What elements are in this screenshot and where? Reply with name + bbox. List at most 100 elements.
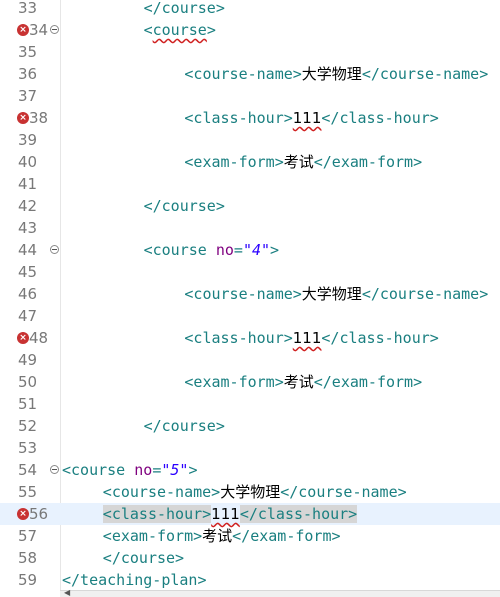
code-line[interactable]: 48 <class-hour>111</class-hour>: [0, 327, 500, 349]
line-number: 56: [29, 505, 49, 523]
code-token: <course-name>: [184, 285, 302, 303]
code-token: </course>: [143, 0, 225, 17]
code-token: 111: [292, 329, 322, 347]
code-token: 大学物理: [301, 285, 362, 303]
line-number: 43: [18, 219, 38, 237]
code-line[interactable]: 52 </course>: [0, 415, 500, 437]
code-token: 考试: [283, 153, 314, 171]
code-token: =: [152, 461, 162, 479]
code-token: course: [152, 21, 207, 39]
code-token: =: [233, 241, 243, 259]
line-number: 57: [18, 527, 38, 545]
line-number: 50: [18, 373, 38, 391]
collapse-icon[interactable]: [50, 25, 59, 34]
code-line[interactable]: 37: [0, 85, 500, 107]
line-number: 36: [18, 65, 38, 83]
code-token: </course>: [143, 197, 225, 215]
line-number: 42: [18, 197, 38, 215]
code-token: >: [206, 21, 216, 39]
line-number: 58: [18, 549, 38, 567]
code-line[interactable]: 53: [0, 437, 500, 459]
line-number: 38: [29, 109, 49, 127]
line-number: 55: [18, 483, 38, 501]
code-text[interactable]: <exam-form>考试</exam-form>: [184, 151, 422, 173]
code-token: <class-hour>: [184, 109, 293, 127]
code-line[interactable]: 47: [0, 305, 500, 327]
code-text[interactable]: </course>: [103, 547, 184, 569]
code-line[interactable]: 35: [0, 41, 500, 63]
line-number: 59: [18, 571, 38, 589]
code-token: </course>: [143, 417, 225, 435]
code-line[interactable]: 51: [0, 393, 500, 415]
code-line[interactable]: 33 </course>: [0, 0, 500, 19]
error-icon[interactable]: [17, 112, 29, 124]
code-token: </class-hour>: [321, 109, 439, 127]
code-text[interactable]: <class-hour>111</class-hour>: [184, 327, 438, 349]
code-token: <exam-form>: [102, 527, 203, 545]
code-text[interactable]: <course-name>大学物理</course-name>: [184, 283, 488, 305]
code-token: </course-name>: [361, 285, 489, 303]
code-token: 大学物理: [220, 483, 281, 501]
code-line[interactable]: 40 <exam-form>考试</exam-form>: [0, 151, 500, 173]
line-number: 45: [18, 263, 38, 281]
code-text[interactable]: <course no="5">: [62, 459, 197, 481]
code-text[interactable]: <course-name>大学物理</course-name>: [103, 481, 407, 503]
error-icon[interactable]: [17, 508, 29, 520]
code-token: </course-name>: [361, 65, 489, 83]
code-line[interactable]: 54 <course no="5">: [0, 459, 500, 481]
code-line[interactable]: 57 <exam-form>考试</exam-form>: [0, 525, 500, 547]
line-number: 44: [18, 241, 38, 259]
code-token: 考试: [283, 373, 314, 391]
line-number: 53: [18, 439, 38, 457]
code-line[interactable]: 58 </course>: [0, 547, 500, 569]
code-token: 大学物理: [301, 65, 362, 83]
code-text[interactable]: <course-name>大学物理</course-name>: [184, 63, 488, 85]
collapse-icon[interactable]: [50, 245, 59, 254]
line-number: 48: [29, 329, 49, 347]
code-token: <course: [62, 461, 135, 479]
code-line[interactable]: 43: [0, 217, 500, 239]
code-line[interactable]: 41: [0, 173, 500, 195]
code-token: </exam-form>: [313, 373, 423, 391]
code-text[interactable]: <exam-form>考试</exam-form>: [103, 525, 341, 547]
line-number: 37: [18, 87, 38, 105]
code-line[interactable]: 39: [0, 129, 500, 151]
error-icon[interactable]: [17, 24, 29, 36]
code-line[interactable]: 56 <class-hour>111</class-hour>: [0, 503, 500, 525]
xml-editor[interactable]: 33</course>34<course>3536<course-name>大学…: [0, 0, 500, 590]
code-text[interactable]: <exam-form>考试</exam-form>: [184, 371, 422, 393]
code-text[interactable]: </teaching-plan>: [62, 569, 207, 591]
code-line[interactable]: 36 <course-name>大学物理</course-name>: [0, 63, 500, 85]
code-line[interactable]: 44 <course no="4">: [0, 239, 500, 261]
code-line[interactable]: 49: [0, 349, 500, 371]
code-text[interactable]: </course>: [144, 0, 225, 19]
code-line[interactable]: 46 <course-name>大学物理</course-name>: [0, 283, 500, 305]
line-number: 52: [18, 417, 38, 435]
code-token: <course: [143, 241, 216, 259]
code-token: 111: [211, 505, 240, 523]
code-text[interactable]: </course>: [144, 415, 225, 437]
code-text[interactable]: </course>: [144, 195, 225, 217]
code-line[interactable]: 38 <class-hour>111</class-hour>: [0, 107, 500, 129]
line-number: 54: [18, 461, 38, 479]
line-number: 49: [18, 351, 38, 369]
code-token: "5": [161, 461, 189, 479]
code-line[interactable]: 34<course>: [0, 19, 500, 41]
code-text[interactable]: <course>: [144, 19, 216, 41]
code-token: no: [134, 461, 153, 479]
line-number: 39: [18, 131, 38, 149]
code-line[interactable]: 50 <exam-form>考试</exam-form>: [0, 371, 500, 393]
code-token: <class-hour>: [184, 329, 293, 347]
code-line[interactable]: 55 <course-name>大学物理</course-name>: [0, 481, 500, 503]
code-text[interactable]: <class-hour>111</class-hour>: [102, 503, 358, 525]
code-line[interactable]: 59 </teaching-plan>: [0, 569, 500, 591]
code-text[interactable]: <course no="4">: [144, 239, 279, 261]
code-token: <class-hour>: [102, 505, 212, 523]
line-number: 47: [18, 307, 38, 325]
error-icon[interactable]: [17, 332, 29, 344]
collapse-icon[interactable]: [50, 465, 59, 474]
code-line[interactable]: 42 </course>: [0, 195, 500, 217]
code-text[interactable]: <class-hour>111</class-hour>: [184, 107, 438, 129]
line-number: 41: [18, 175, 38, 193]
code-line[interactable]: 45: [0, 261, 500, 283]
